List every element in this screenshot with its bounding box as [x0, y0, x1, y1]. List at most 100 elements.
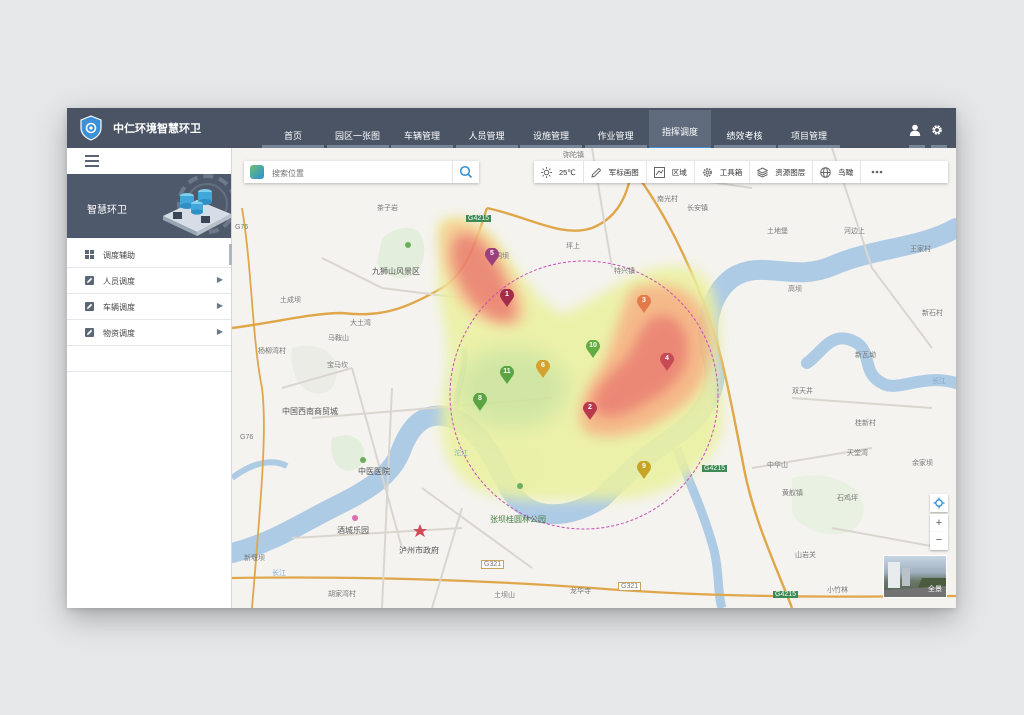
map-label: 特兴镇 — [614, 268, 635, 275]
sidebar-item-material-dispatch[interactable]: 物资调度 ▶ — [67, 320, 231, 346]
nav-label: 人员管理 — [468, 131, 505, 141]
map-label: 高坝 — [788, 286, 802, 293]
panorama-thumbnail[interactable]: 全景 — [883, 555, 947, 598]
map-label: 中国西南商贸城 — [282, 407, 338, 416]
nav-facility-management[interactable]: 设施管理 — [520, 108, 582, 148]
nav-performance[interactable]: 绩效考核 — [713, 108, 776, 148]
sidebar-item-label: 调度辅助 — [103, 251, 135, 260]
map-label: G76 — [240, 434, 254, 441]
map-label: 中华山 — [767, 462, 788, 469]
map-label: 九狮山风景区 — [372, 267, 420, 276]
birds-eye-tool[interactable]: 鸟瞰 — [813, 161, 862, 183]
map-toolbar: 25℃ 军标画图 区域 工具箱 资源图层 鸟瞰 — [534, 161, 948, 183]
panorama-label: 全景 — [928, 586, 942, 593]
zoom-in-button[interactable]: + — [930, 514, 948, 532]
search-icon — [459, 165, 473, 179]
map-label: 马鞍山 — [328, 335, 349, 342]
map-label: 土成坝 — [280, 297, 301, 304]
map-label: 河边上 — [844, 228, 865, 235]
map-marker[interactable]: 4 — [660, 352, 674, 371]
hamburger-menu-icon[interactable] — [85, 155, 99, 167]
map-label: G321 — [618, 582, 642, 591]
nav-park-map[interactable]: 园区一张图 — [326, 108, 389, 148]
map-label: 胡家湾村 — [328, 591, 356, 598]
map-marker[interactable]: 2 — [583, 401, 597, 420]
map-label: 宝马坎 — [327, 362, 348, 369]
chevron-right-icon: ▶ — [216, 327, 223, 336]
sidebar-item-vehicle-dispatch[interactable]: 车辆调度 ▶ — [67, 294, 231, 320]
map-label: 龙华寺 — [570, 588, 591, 595]
marker-number: 2 — [588, 404, 592, 411]
more-icon — [871, 170, 883, 174]
sidebar-item-dispatch-assist[interactable]: 调度辅助 — [67, 242, 232, 268]
edit-icon — [85, 276, 94, 285]
user-icon[interactable] — [906, 108, 928, 148]
map-label: G321 — [481, 560, 505, 569]
map-label: 双天井 — [792, 388, 813, 395]
top-right-icons — [906, 108, 950, 148]
marker-number: 4 — [665, 355, 669, 362]
map-marker[interactable]: 1 — [500, 288, 514, 307]
map-label: 弥陀镇 — [563, 152, 584, 159]
sidebar-item-label: 人员调度 — [103, 277, 135, 286]
map-label: 长江 — [932, 378, 946, 385]
map-label: 桂新村 — [855, 420, 876, 427]
nav-home[interactable]: 首页 — [262, 108, 324, 148]
nav-command-dispatch[interactable]: 指挥调度 — [649, 110, 711, 150]
sidebar: 智慧环卫 调度辅助 人员调度 ▶ 车辆调度 ▶ 物资调度 ▶ — [67, 148, 232, 608]
nav-operation-management[interactable]: 作业管理 — [584, 108, 647, 148]
map-marker[interactable]: 10 — [586, 339, 600, 358]
tool-label: 区域 — [671, 167, 687, 177]
map-label: 余家坝 — [912, 460, 933, 467]
map-marker[interactable]: 6 — [536, 359, 550, 378]
pencil-icon — [591, 167, 602, 178]
map-label: G4215 — [773, 591, 799, 598]
search-button[interactable] — [452, 161, 479, 183]
brand: 中仁环境智慧环卫 — [79, 114, 201, 142]
map-label: 酒城乐园 — [337, 526, 369, 535]
map-label: 张坝桂圆林公园 — [490, 515, 546, 524]
tool-label: 军标画图 — [608, 167, 639, 177]
map-view[interactable]: 龙洞坝 G76 G76 九狮山风景区 大土湾 中国西南商贸城 中医医院 泸州市政… — [232, 148, 956, 608]
nav-label: 首页 — [283, 131, 302, 141]
nav-personnel-management[interactable]: 人员管理 — [455, 108, 518, 148]
dispatch-menu: 调度辅助 人员调度 ▶ 车辆调度 ▶ 物资调度 ▶ — [67, 242, 232, 372]
nav-project-management[interactable]: 项目管理 — [778, 108, 840, 148]
map-label: 坪上 — [566, 243, 580, 250]
map-label: G4215 — [466, 215, 492, 222]
sidebar-banner: 智慧环卫 — [67, 174, 231, 238]
locate-icon — [933, 497, 945, 509]
marker-number: 9 — [642, 463, 646, 470]
nav-vehicle-management[interactable]: 车辆管理 — [391, 108, 453, 148]
grid-icon — [85, 250, 94, 259]
map-label: 天堂湾 — [847, 450, 868, 457]
map-label: 中医医院 — [358, 467, 390, 476]
map-marker[interactable]: 3 — [637, 294, 651, 313]
military-drawing-tool[interactable]: 军标画图 — [584, 161, 647, 183]
more-options-button[interactable] — [861, 161, 900, 183]
weather-widget[interactable]: 25℃ — [534, 161, 584, 183]
marker-number: 11 — [503, 368, 511, 375]
sidebar-item-personnel-dispatch[interactable]: 人员调度 ▶ — [67, 268, 231, 294]
map-marker[interactable]: 9 — [637, 460, 651, 479]
area-tool[interactable]: 区域 — [647, 161, 695, 183]
tool-label: 资源图层 — [775, 167, 806, 177]
zoom-out-button[interactable]: − — [930, 532, 948, 550]
chevron-right-icon: ▶ — [216, 301, 223, 310]
map-canvas — [232, 148, 956, 608]
search-input[interactable] — [270, 164, 454, 182]
area-icon — [653, 166, 665, 178]
gear-icon[interactable] — [928, 108, 950, 148]
resource-layer-tool[interactable]: 资源图层 — [750, 161, 814, 183]
facility-illustration-icon — [163, 174, 231, 236]
layers-icon — [757, 166, 769, 178]
nav-label: 作业管理 — [597, 131, 634, 141]
tool-label: 工具箱 — [719, 167, 743, 177]
temperature: 25℃ — [559, 167, 576, 177]
map-marker[interactable]: 11 — [500, 365, 514, 384]
sidebar-item-label: 车辆调度 — [103, 303, 135, 312]
map-marker[interactable]: 5 — [485, 247, 499, 266]
map-marker[interactable]: 8 — [473, 392, 487, 411]
toolbox-tool[interactable]: 工具箱 — [695, 161, 751, 183]
locate-button[interactable] — [930, 494, 948, 512]
